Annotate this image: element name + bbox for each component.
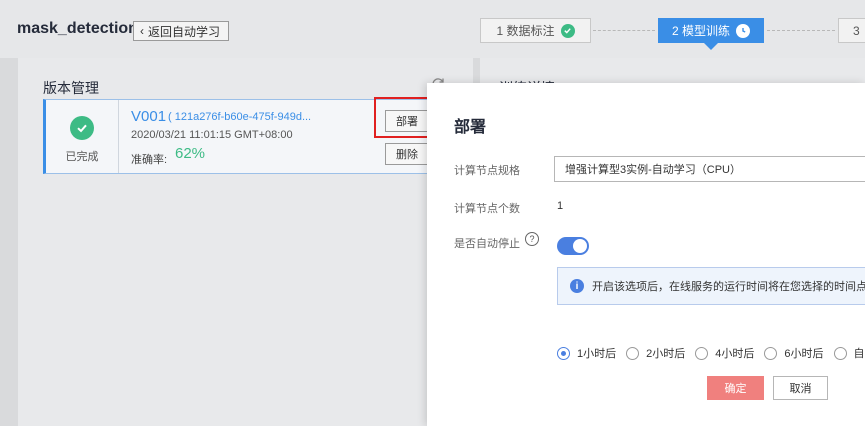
- step-model-training[interactable]: 2 模型训练: [658, 18, 764, 43]
- autostop-info-box: i 开启该选项后，在线服务的运行时间将在您选择的时间点后，: [557, 267, 865, 305]
- completed-check-icon: [70, 116, 94, 140]
- version-time: 2020/03/21 11:01:15 GMT+08:00: [131, 129, 293, 141]
- version-id: ( 121a276f-b60e-475f-949d...: [168, 111, 312, 123]
- help-icon[interactable]: ?: [525, 232, 539, 246]
- count-value: 1: [557, 200, 564, 212]
- cancel-button[interactable]: 取消: [773, 376, 828, 400]
- stop-option[interactable]: 2小时后: [626, 345, 685, 361]
- step-deploy[interactable]: 3: [838, 18, 865, 43]
- version-name: V001: [131, 108, 167, 125]
- panel-title: 版本管理: [43, 80, 99, 96]
- info-text: 开启该选项后，在线服务的运行时间将在您选择的时间点后，: [592, 281, 865, 293]
- deploy-dialog: 部署 计算节点规格 增强计算型3实例-自动学习（CPU） 计算节点个数 1 是否…: [427, 83, 865, 426]
- spec-value: 增强计算型3实例-自动学习（CPU）: [565, 164, 742, 176]
- radio-selected[interactable]: [557, 346, 570, 360]
- step-connector: [593, 30, 655, 31]
- autostop-toggle[interactable]: [557, 237, 589, 255]
- radio[interactable]: [833, 346, 847, 360]
- accuracy-value: 62%: [175, 145, 206, 162]
- stop-option[interactable]: 6小时后: [764, 345, 824, 361]
- compute-spec-select[interactable]: 增强计算型3实例-自动学习（CPU）: [554, 156, 865, 182]
- check-icon: [560, 23, 575, 38]
- step-label: 2 模型训练: [671, 24, 730, 38]
- stop-option-label: 1小时后: [577, 348, 617, 360]
- top-header: mask_detection ‹ 返回自动学习 1 数据标注 2 模型训练 3: [0, 0, 865, 58]
- card-divider: [118, 100, 119, 173]
- autostop-label: 是否自动停止: [454, 238, 520, 250]
- toggle-knob: [573, 239, 587, 253]
- spec-label: 计算节点规格: [454, 165, 520, 177]
- step-data-labeling[interactable]: 1 数据标注: [480, 18, 591, 43]
- stop-option[interactable]: 自: [833, 345, 865, 361]
- clock-icon: [736, 23, 750, 38]
- back-button-label: 返回自动学习: [148, 24, 221, 39]
- stop-option-label: 6小时后: [784, 348, 824, 360]
- step-label: 1 数据标注: [496, 24, 555, 38]
- dialog-title: 部署: [454, 119, 487, 136]
- radio[interactable]: [764, 346, 778, 360]
- back-to-autolearn-button[interactable]: ‹ 返回自动学习: [133, 21, 230, 41]
- status-text: 已完成: [65, 151, 99, 163]
- count-label: 计算节点个数: [454, 203, 520, 215]
- delete-button[interactable]: 删除: [385, 143, 429, 165]
- step-label: 3: [853, 23, 860, 38]
- radio[interactable]: [626, 346, 640, 360]
- stop-option[interactable]: 1小时后: [557, 345, 616, 361]
- deploy-highlight-box: [374, 97, 433, 138]
- radio[interactable]: [695, 346, 709, 360]
- app-title: mask_detection: [17, 20, 138, 37]
- stop-option-label: 2小时后: [646, 348, 686, 360]
- info-icon: i: [570, 279, 584, 293]
- stop-option-label: 自: [853, 348, 865, 360]
- status-column: 已完成: [46, 100, 118, 173]
- accuracy-label: 准确率:: [131, 154, 168, 166]
- step-connector: [767, 30, 835, 31]
- stop-option-label: 4小时后: [715, 348, 755, 360]
- stop-time-options: 1小时后 2小时后 4小时后 6小时后 自: [557, 345, 865, 361]
- stop-option[interactable]: 4小时后: [695, 345, 754, 361]
- chevron-left-icon: ‹: [140, 24, 144, 38]
- active-step-pointer: [704, 43, 718, 50]
- confirm-button[interactable]: 确定: [707, 376, 764, 400]
